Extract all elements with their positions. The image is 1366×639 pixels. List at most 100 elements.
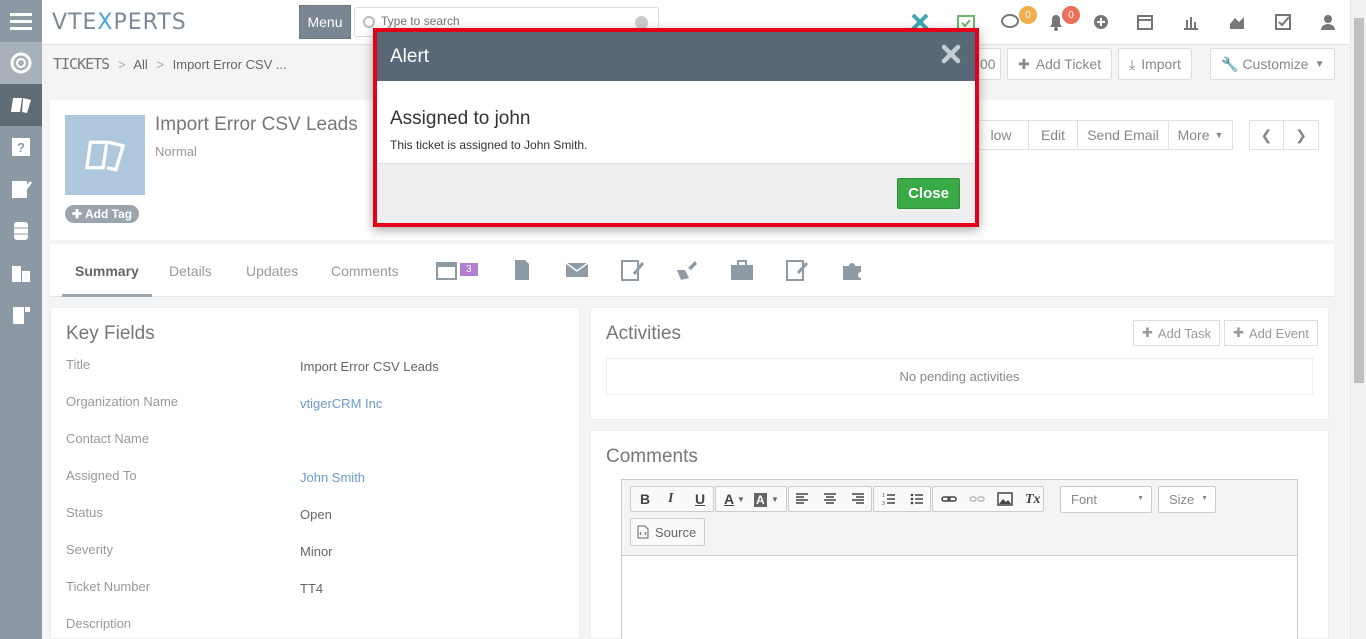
tab-details[interactable]: Details xyxy=(169,263,212,279)
import-button[interactable]: ⤓ Import xyxy=(1118,48,1192,80)
previous-record-button[interactable]: ❮ xyxy=(1249,120,1284,150)
bullet-list-icon[interactable] xyxy=(910,492,924,506)
field-label: Organization Name xyxy=(66,394,178,409)
modal-message: This ticket is assigned to John Smith. xyxy=(390,138,588,152)
field-label: Assigned To xyxy=(66,468,137,483)
color-group: A ▼ A ▼ xyxy=(715,486,787,512)
format-group: B I U xyxy=(630,486,714,512)
follow-button[interactable]: low xyxy=(973,120,1029,150)
field-value-severity[interactable]: Minor xyxy=(300,544,333,559)
vtexperts-logo[interactable]: VTEXPERTS xyxy=(52,10,187,35)
bg-color-button[interactable]: A xyxy=(754,493,767,507)
rail-database-icon[interactable] xyxy=(0,210,42,252)
tab-comments[interactable]: Comments xyxy=(331,263,399,279)
field-value-organization[interactable]: vtigerCRM Inc xyxy=(300,396,382,411)
next-record-button[interactable]: ❯ xyxy=(1283,120,1319,150)
align-left-icon[interactable] xyxy=(795,492,809,506)
insert-group: Tx xyxy=(932,486,1044,512)
italic-button[interactable]: I xyxy=(668,491,673,507)
calendar-icon[interactable] xyxy=(1135,12,1155,32)
tab-notes-icon[interactable] xyxy=(620,258,644,282)
field-value-title[interactable]: Import Error CSV Leads xyxy=(300,359,439,374)
image-icon[interactable] xyxy=(997,492,1013,506)
align-right-icon[interactable] xyxy=(851,492,865,506)
key-fields-panel: Key Fields Title Import Error CSV Leads … xyxy=(50,307,580,639)
add-event-button[interactable]: ✚ Add Event xyxy=(1224,320,1318,346)
field-label: Status xyxy=(66,505,103,520)
field-value-status[interactable]: Open xyxy=(300,507,332,522)
chevron-right-icon: ❯ xyxy=(1295,126,1307,143)
tab-calendar-icon[interactable] xyxy=(435,258,459,282)
activities-heading: Activities xyxy=(606,323,681,344)
svg-text:3: 3 xyxy=(882,501,885,506)
field-label: Title xyxy=(66,357,91,372)
comments-panel: Comments B I U A ▼ A ▼ 13 Tx Font ▼ Size… xyxy=(590,430,1329,639)
align-center-icon[interactable] xyxy=(823,492,837,506)
tab-extensions-puzzle-icon[interactable] xyxy=(840,258,864,282)
rail-notes-icon[interactable] xyxy=(0,168,42,210)
alert-modal: Alert Assigned to john This ticket is as… xyxy=(373,28,979,227)
add-tag-button[interactable]: ✚ Add Tag xyxy=(65,205,140,223)
add-circle-icon[interactable] xyxy=(1091,12,1111,32)
tab-summary[interactable]: Summary xyxy=(75,263,139,279)
notification-count-badge: 0 xyxy=(1062,6,1080,24)
numbered-list-icon[interactable]: 13 xyxy=(882,492,896,506)
add-ticket-button[interactable]: ✚ Add Ticket xyxy=(1007,48,1113,80)
close-icon[interactable] xyxy=(939,42,963,66)
rail-support-icon[interactable] xyxy=(0,42,42,84)
tab-documents-icon[interactable] xyxy=(510,258,534,282)
rail-organizations-icon[interactable] xyxy=(0,252,42,294)
tab-emails-icon[interactable] xyxy=(565,258,589,282)
rail-tickets-icon[interactable] xyxy=(0,84,42,126)
tasks-check-icon[interactable] xyxy=(1273,12,1293,32)
breadcrumb: TICKETS > All > Import Error CSV ... xyxy=(53,55,287,73)
link-icon[interactable] xyxy=(941,492,957,506)
field-label: Ticket Number xyxy=(66,579,151,594)
add-task-button[interactable]: ✚ Add Task xyxy=(1133,320,1221,346)
calendar-count-badge: 3 xyxy=(460,263,478,276)
hamburger-menu-icon[interactable] xyxy=(0,0,42,42)
svg-text:?: ? xyxy=(17,140,25,155)
remove-format-button[interactable]: Tx xyxy=(1025,492,1041,508)
underline-button[interactable]: U xyxy=(695,491,705,507)
vertical-scrollbar[interactable] xyxy=(1350,0,1366,639)
area-chart-icon[interactable] xyxy=(1227,12,1247,32)
close-button[interactable]: Close xyxy=(897,178,960,209)
editor-toolbar: B I U A ▼ A ▼ 13 Tx Font ▼ Size ▼ Source xyxy=(622,480,1297,556)
send-email-button[interactable]: Send Email xyxy=(1077,120,1169,150)
user-icon[interactable] xyxy=(1318,12,1338,32)
font-select[interactable]: Font ▼ xyxy=(1060,486,1152,513)
unlink-icon[interactable] xyxy=(969,492,985,506)
breadcrumb-filter[interactable]: All xyxy=(133,57,147,72)
comment-text-area[interactable] xyxy=(622,557,1297,639)
tab-updates[interactable]: Updates xyxy=(246,263,298,279)
text-color-button[interactable]: A xyxy=(724,491,734,507)
rail-mobile-icon[interactable] xyxy=(0,294,42,336)
bold-button[interactable]: B xyxy=(640,491,650,507)
modal-header: Alert xyxy=(377,32,975,81)
rail-faq-icon[interactable]: ? xyxy=(0,126,42,168)
tab-briefcase-icon[interactable] xyxy=(730,258,754,282)
active-tab-indicator xyxy=(62,294,152,297)
tab-services-icon[interactable] xyxy=(675,258,699,282)
reports-icon[interactable] xyxy=(1181,12,1201,32)
more-button[interactable]: More ▼ xyxy=(1168,120,1233,150)
source-code-icon xyxy=(637,525,649,539)
left-rail: ? xyxy=(0,0,42,639)
tab-edit-note-icon[interactable] xyxy=(785,258,809,282)
comments-heading: Comments xyxy=(606,446,698,467)
menu-button[interactable]: Menu xyxy=(299,5,351,39)
breadcrumb-module[interactable]: TICKETS xyxy=(53,55,110,73)
record-title: Import Error CSV Leads xyxy=(155,114,358,135)
scrollbar-thumb[interactable] xyxy=(1354,18,1364,383)
customize-button[interactable]: 🔧 Customize ▼ xyxy=(1210,48,1336,80)
modal-heading: Assigned to john xyxy=(390,108,531,129)
record-priority: Normal xyxy=(155,144,197,159)
source-button[interactable]: Source xyxy=(630,518,706,546)
field-value-assigned-to[interactable]: John Smith xyxy=(300,470,365,485)
edit-button[interactable]: Edit xyxy=(1028,120,1078,150)
header-hidden-button[interactable]: 00 xyxy=(977,48,1001,80)
chat-icon[interactable] xyxy=(1001,12,1021,32)
size-select[interactable]: Size ▼ xyxy=(1158,486,1216,513)
no-activities-message: No pending activities xyxy=(606,358,1313,395)
